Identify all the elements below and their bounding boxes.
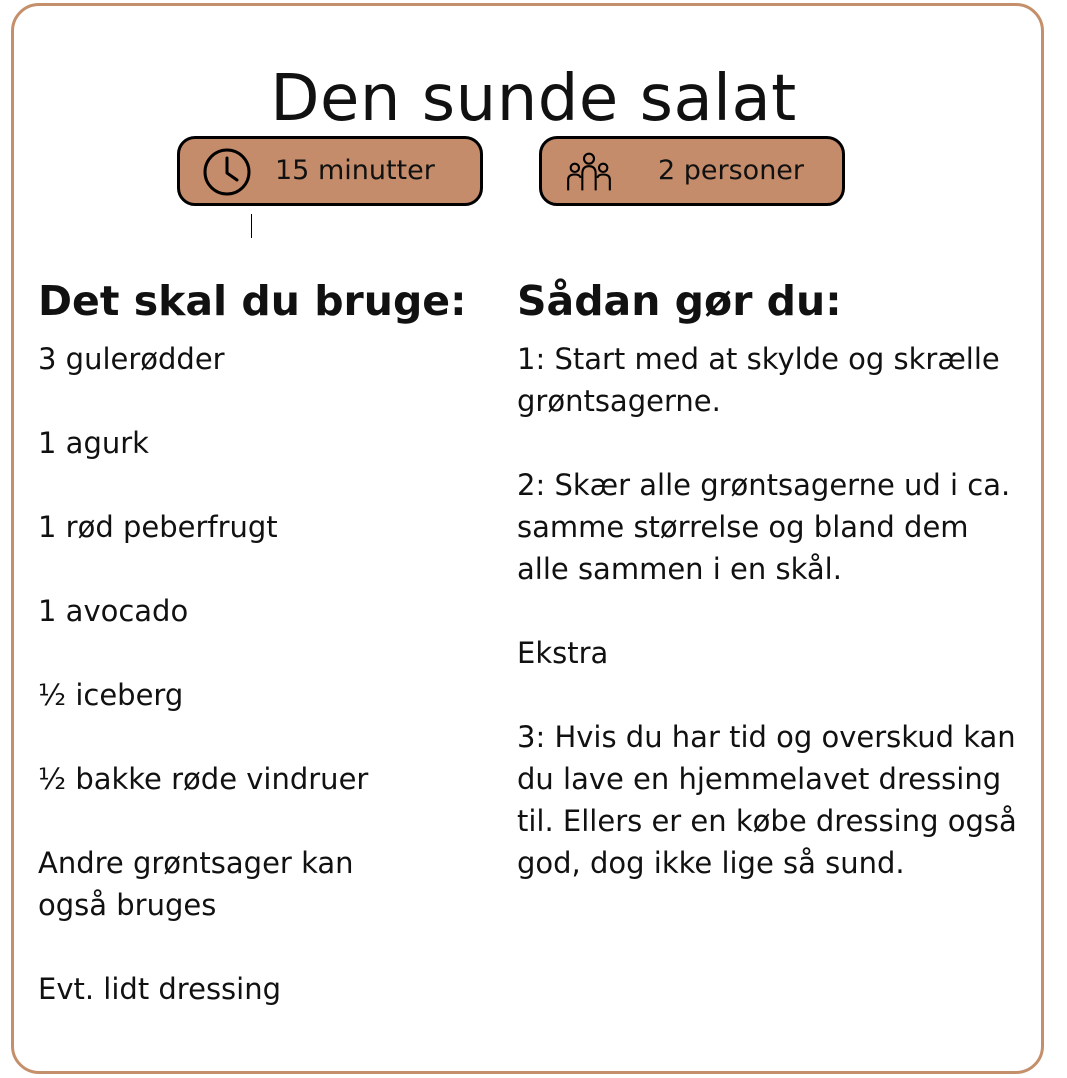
time-label: 15 minutter: [275, 155, 435, 186]
ingredients-heading: Det skal du bruge:: [38, 277, 467, 326]
divider-tick: [251, 214, 252, 238]
step-extra-label: Ekstra: [517, 636, 609, 670]
ingredient-item: ½ bakke røde vindruer: [38, 762, 369, 796]
people-icon: [567, 152, 611, 191]
ingredient-item: Evt. lidt dressing: [38, 972, 282, 1006]
step-item: 2: Skær alle grøntsagerne ud i ca. samme…: [517, 468, 1011, 586]
clock-icon: [203, 148, 251, 196]
ingredient-item: 1 avocado: [38, 594, 189, 628]
ingredient-item: ½ iceberg: [38, 678, 184, 712]
ingredient-item: 1 rød peberfrugt: [38, 510, 278, 544]
ingredient-item: 1 agurk: [38, 426, 149, 460]
servings-badge: 2 personer: [539, 136, 845, 206]
ingredient-item: Andre grøntsager kan også bruges: [38, 846, 354, 922]
steps-heading: Sådan gør du:: [517, 277, 842, 326]
step-item: 3: Hvis du har tid og overskud kan du la…: [517, 720, 1017, 880]
step-item: 1: Start med at skylde og skrælle grønts…: [517, 342, 1000, 418]
ingredients-list: 3 gulerødder 1 agurk 1 rød peberfrugt 1 …: [38, 338, 458, 1052]
ingredient-item: 3 gulerødder: [38, 342, 225, 376]
recipe-title: Den sunde salat: [270, 61, 797, 136]
steps-list: 1: Start med at skylde og skrælle grønts…: [517, 338, 1017, 926]
time-badge: 15 minutter: [177, 136, 483, 206]
servings-label: 2 personer: [658, 155, 805, 186]
